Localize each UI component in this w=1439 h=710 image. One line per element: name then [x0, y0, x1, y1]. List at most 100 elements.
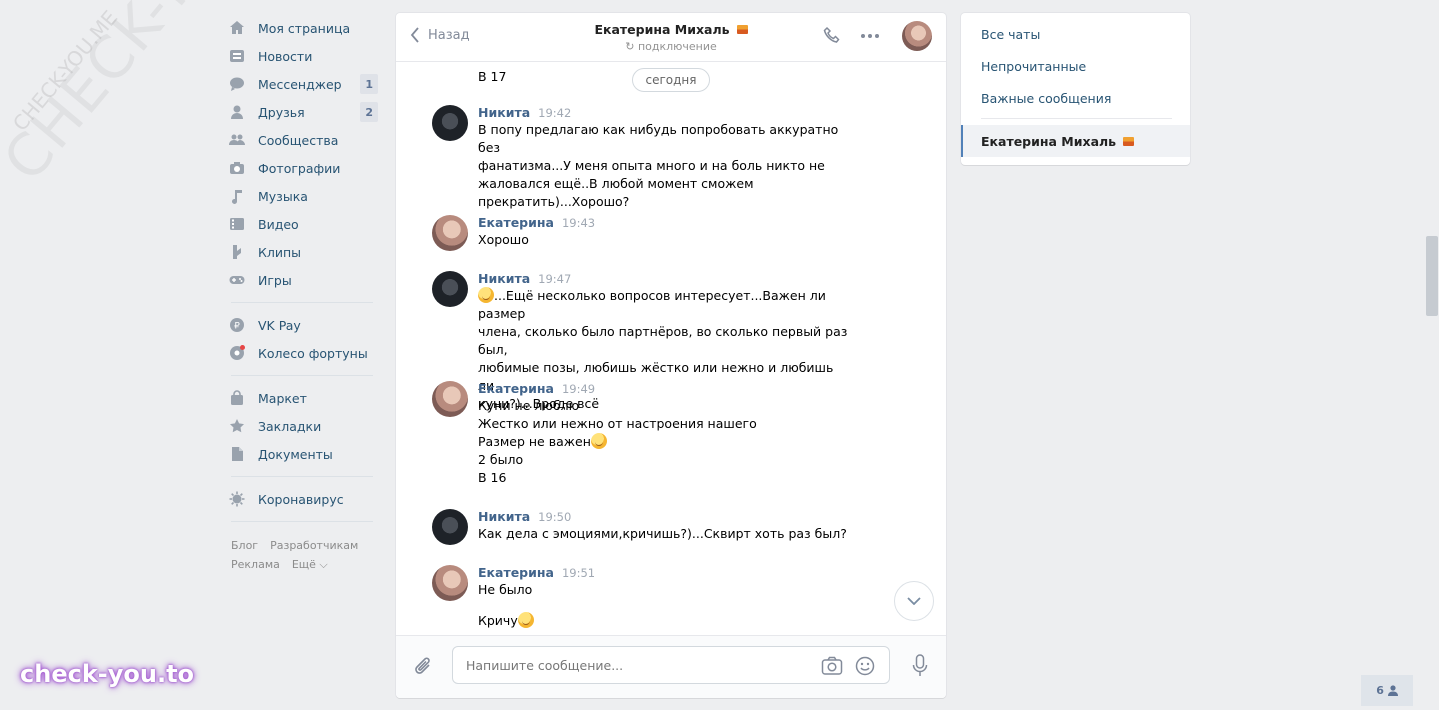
panel-divider: [981, 118, 1172, 119]
message-author[interactable]: Екатерина: [478, 565, 554, 580]
avatar[interactable]: [432, 105, 468, 141]
nav-bookmarks[interactable]: Закладки: [228, 412, 378, 440]
nav-groups[interactable]: Сообщества: [228, 126, 378, 154]
svg-text:₽: ₽: [234, 322, 240, 332]
message-input[interactable]: [453, 647, 793, 683]
message-time[interactable]: 19:51: [562, 566, 595, 580]
nav-market[interactable]: Маркет: [228, 384, 378, 412]
avatar[interactable]: [432, 381, 468, 417]
active-chat-item[interactable]: Екатерина Михаль: [961, 125, 1190, 157]
message-author[interactable]: Екатерина: [478, 215, 554, 230]
nav-video[interactable]: Видео: [228, 210, 378, 238]
nav-my-page[interactable]: Моя страница: [228, 14, 378, 42]
relieved-emoji-icon: [590, 433, 607, 449]
message-time[interactable]: 19:42: [538, 106, 571, 120]
page-scrollbar[interactable]: [1426, 236, 1438, 316]
microphone-icon[interactable]: [912, 654, 928, 681]
music-icon: [228, 187, 246, 205]
header-actions: [804, 21, 932, 51]
message-time[interactable]: 19:50: [538, 510, 571, 524]
camera-icon: [228, 159, 246, 177]
attach-icon[interactable]: [414, 656, 434, 681]
filter-all-chats[interactable]: Все чаты: [961, 18, 1190, 50]
nav-wheel[interactable]: Колесо фортуны: [228, 339, 378, 367]
scroll-down-button[interactable]: [894, 581, 934, 621]
smile-icon[interactable]: [855, 656, 875, 679]
message-author[interactable]: Екатерина: [478, 381, 554, 396]
chat-name: Екатерина Михаль: [594, 22, 730, 37]
avatar[interactable]: [432, 509, 468, 545]
filter-unread[interactable]: Непрочитанные: [961, 50, 1190, 82]
footer-dev-link[interactable]: Разработчикам: [270, 539, 358, 552]
nav-label: Сообщества: [258, 132, 339, 148]
filter-important[interactable]: Важные сообщения: [961, 82, 1190, 114]
footer-blog-link[interactable]: Блог: [231, 539, 258, 552]
message-author[interactable]: Никита: [478, 271, 530, 286]
nav-messenger[interactable]: Мессенджер 1: [228, 70, 378, 98]
message-item: Никита 19:42 В попу предлагаю как нибудь …: [432, 105, 852, 211]
nav-label: Новости: [258, 48, 313, 64]
nav-label: Мессенджер: [258, 76, 342, 92]
nav-label: Коронавирус: [258, 491, 344, 507]
message-history: В 17 сегодня Никита 19:42 В попу предлага…: [396, 63, 946, 635]
nav-divider: [231, 476, 373, 477]
message-item: Екатерина 19:43 Хорошо: [432, 215, 852, 251]
message-text: Не было Кричу: [478, 582, 534, 628]
nav-label: Моя страница: [258, 20, 351, 36]
avatar[interactable]: [432, 565, 468, 601]
messenger-count-badge: 1: [360, 74, 378, 94]
nav-clips[interactable]: Клипы: [228, 238, 378, 266]
message-input-box: [452, 646, 890, 684]
left-nav: Моя страница Новости Мессенджер 1 Друзья…: [228, 14, 378, 574]
footer-more-link[interactable]: Ещё ⌵: [292, 558, 328, 571]
footer-ads-link[interactable]: Реклама: [231, 558, 280, 571]
sunset-emoji-icon: [736, 25, 748, 34]
nav-label: Клипы: [258, 244, 302, 260]
nav-coronavirus[interactable]: Коронавирус: [228, 485, 378, 513]
nav-news[interactable]: Новости: [228, 42, 378, 70]
phone-icon[interactable]: [822, 26, 842, 46]
home-icon: [228, 19, 246, 37]
nav-label: Видео: [258, 216, 299, 232]
message-time[interactable]: 19:47: [538, 272, 571, 286]
nav-label: Фотографии: [258, 160, 341, 176]
nav-label: VK Pay: [258, 317, 301, 333]
wheel-icon: [228, 344, 246, 362]
avatar[interactable]: [432, 271, 468, 307]
clips-icon: [228, 243, 246, 261]
more-icon[interactable]: [860, 33, 880, 39]
message-time[interactable]: 19:49: [562, 382, 595, 396]
message-time[interactable]: 19:43: [562, 216, 595, 230]
messenger-icon: [228, 75, 246, 93]
message-author[interactable]: Никита: [478, 105, 530, 120]
nav-documents[interactable]: Документы: [228, 440, 378, 468]
message-author[interactable]: Никита: [478, 509, 530, 524]
date-divider[interactable]: сегодня: [632, 68, 710, 92]
games-icon: [228, 271, 246, 289]
message-text: В 17: [478, 69, 507, 84]
market-icon: [228, 389, 246, 407]
nav-games[interactable]: Игры: [228, 266, 378, 294]
online-friends-button[interactable]: 6: [1361, 675, 1413, 706]
news-icon: [228, 47, 246, 65]
chat-header: Назад Екатерина Михаль ↻ подключение: [396, 13, 946, 62]
relieved-emoji-icon: [517, 612, 534, 628]
nav-friends[interactable]: Друзья 2: [228, 98, 378, 126]
virus-icon: [228, 490, 246, 508]
camera-icon[interactable]: [821, 656, 843, 679]
avatar[interactable]: [432, 215, 468, 251]
chat-status-text: подключение: [637, 40, 717, 53]
sunset-emoji-icon: [1123, 136, 1135, 146]
nav-vkpay[interactable]: ₽ VK Pay: [228, 311, 378, 339]
nav-music[interactable]: Музыка: [228, 182, 378, 210]
vkpay-icon: ₽: [228, 316, 246, 334]
chat-avatar[interactable]: [902, 21, 932, 51]
wink-kiss-emoji-icon: [478, 287, 494, 303]
nav-photos[interactable]: Фотографии: [228, 154, 378, 182]
nav-label: Маркет: [258, 390, 307, 406]
nav-label: Колесо фортуны: [258, 345, 368, 361]
message-text: В попу предлагаю как нибудь попробовать …: [478, 122, 839, 209]
spinner-icon: ↻: [625, 40, 638, 53]
message-item: Екатерина 19:51 Не было Кричу: [432, 565, 852, 630]
chat-panel: Назад Екатерина Михаль ↻ подключение В 1…: [396, 13, 946, 698]
